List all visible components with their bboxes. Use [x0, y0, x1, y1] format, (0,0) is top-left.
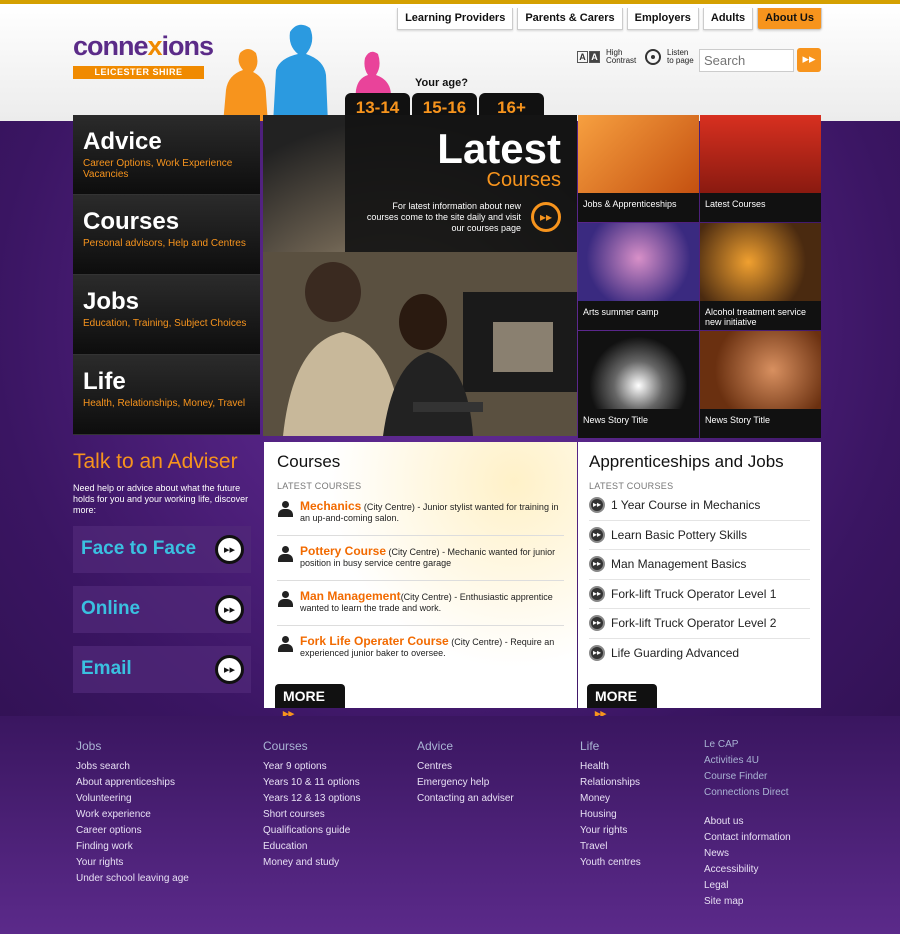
- tile-latest-courses[interactable]: Latest Courses: [700, 115, 821, 222]
- apprenticeships-subtitle: LATEST COURSES: [589, 481, 674, 491]
- arrow-circle-icon: ▸▸: [589, 585, 605, 602]
- hero-title: Latest: [437, 125, 561, 172]
- apprenticeships-more-button[interactable]: MORE ▸▸: [587, 684, 657, 720]
- apprenticeships-panel: Apprenticeships and Jobs LATEST COURSES …: [578, 442, 821, 720]
- arrow-circle-icon: ▸▸: [589, 556, 605, 573]
- tile-image: [578, 331, 699, 409]
- arrow-circle-icon: ▸▸: [589, 645, 605, 662]
- apprenticeship-item[interactable]: ▸▸ Fork-lift Truck Operator Level 1: [589, 580, 810, 609]
- students-at-computers-image: [263, 252, 577, 436]
- section-advice[interactable]: Advice Career Options, Work Experience Va…: [73, 115, 260, 195]
- accessibility-tools: AA High Contrast Listen to page: [577, 49, 695, 65]
- online-button[interactable]: Online ▸▸: [73, 586, 251, 633]
- feature-tiles: Jobs & Apprenticeships Latest Courses Ar…: [578, 115, 821, 438]
- arrow-circle-icon: ▸▸: [589, 615, 605, 632]
- apprenticeships-title: Apprenticeships and Jobs: [589, 452, 784, 471]
- search-arrow-icon[interactable]: ▸▸: [797, 48, 821, 72]
- tile-image: [578, 115, 699, 193]
- footer-partners: Le CAP Activities 4U Course Finder Conne…: [704, 739, 791, 907]
- age-label: Your age?: [415, 77, 468, 89]
- search-input[interactable]: [699, 49, 794, 72]
- tile-image: [700, 115, 821, 193]
- nav-parents-carers[interactable]: Parents & Carers: [517, 8, 623, 30]
- course-item[interactable]: Pottery Course (City Centre) - Mechanic …: [277, 536, 564, 581]
- face-to-face-button[interactable]: Face to Face ▸▸: [73, 526, 251, 573]
- tile-image: [700, 223, 821, 301]
- nav-about-us[interactable]: About Us: [757, 8, 822, 30]
- apprenticeship-item[interactable]: ▸▸ 1 Year Course in Mechanics: [589, 491, 810, 521]
- courses-title: Courses: [277, 452, 341, 471]
- course-item[interactable]: Man Management(City Centre) - Enthusiast…: [277, 581, 564, 626]
- listen-icon[interactable]: [645, 49, 661, 65]
- adviser-text: Need help or advice about what the futur…: [73, 483, 249, 515]
- section-life[interactable]: Life Health, Relationships, Money, Travel: [73, 355, 260, 435]
- hero-arrow-icon[interactable]: ▸▸: [531, 202, 561, 232]
- connexions-logo[interactable]: connexions LEICESTER SHIRE: [73, 32, 214, 79]
- listen-label[interactable]: Listen to page: [667, 49, 695, 65]
- hero-text: For latest information about new courses…: [366, 201, 521, 233]
- footer-jobs: Jobs Jobs search About apprenticeships V…: [76, 739, 189, 884]
- section-courses[interactable]: Courses Personal advisors, Help and Centr…: [73, 195, 260, 275]
- arrow-circle-icon: ▸▸: [589, 526, 605, 543]
- person-icon: [278, 501, 293, 517]
- region-label: LEICESTER SHIRE: [73, 66, 204, 79]
- nav-adults[interactable]: Adults: [702, 8, 754, 30]
- tile-news-story-2[interactable]: News Story Title: [700, 331, 821, 438]
- high-contrast-label[interactable]: High Contrast: [606, 49, 639, 65]
- footer-advice: Advice Centres Emergency help Contacting…: [417, 739, 514, 804]
- person-icon: [278, 591, 293, 607]
- play-icon: ▸▸: [215, 655, 244, 684]
- courses-subtitle: LATEST COURSES: [277, 481, 362, 491]
- tile-image: [578, 223, 699, 301]
- apprenticeship-item[interactable]: ▸▸ Man Management Basics: [589, 550, 810, 580]
- nav-learning-providers[interactable]: Learning Providers: [397, 8, 514, 30]
- footer-courses: Courses Year 9 options Years 10 & 11 opt…: [263, 739, 361, 868]
- latest-courses-hero[interactable]: Latest Courses For latest information ab…: [263, 115, 577, 436]
- play-icon: ▸▸: [215, 535, 244, 564]
- header: connexions LEICESTER SHIRE Learning Prov…: [0, 0, 900, 124]
- person-icon: [278, 636, 293, 652]
- adviser-title: Talk to an Adviser: [73, 450, 238, 473]
- section-jobs[interactable]: Jobs Education, Training, Subject Choices: [73, 275, 260, 355]
- tile-arts-summer-camp[interactable]: Arts summer camp: [578, 223, 699, 330]
- apprenticeship-item[interactable]: ▸▸ Fork-lift Truck Operator Level 2: [589, 609, 810, 639]
- arrow-circle-icon: ▸▸: [589, 497, 605, 514]
- footer: Jobs Jobs search About apprenticeships V…: [0, 716, 900, 934]
- tile-jobs-apprenticeships[interactable]: Jobs & Apprenticeships: [578, 115, 699, 222]
- tile-image: [700, 331, 821, 409]
- nav-employers[interactable]: Employers: [626, 8, 699, 30]
- talk-to-adviser: Talk to an Adviser Need help or advice a…: [73, 450, 251, 693]
- person-icon: [278, 546, 293, 562]
- section-navigation: Advice Career Options, Work Experience Va…: [73, 115, 260, 435]
- high-contrast-icon[interactable]: AA: [577, 51, 600, 63]
- tile-alcohol-treatment[interactable]: Alcohol treatment service new initiative: [700, 223, 821, 330]
- footer-life: Life Health Relationships Money Housing …: [580, 739, 641, 868]
- tile-news-story-1[interactable]: News Story Title: [578, 331, 699, 438]
- courses-more-button[interactable]: MORE ▸▸: [275, 684, 345, 720]
- course-item[interactable]: Fork Life Operater Course (City Centre) …: [277, 626, 564, 671]
- email-button[interactable]: Email ▸▸: [73, 646, 251, 693]
- apprenticeship-item[interactable]: ▸▸ Learn Basic Pottery Skills: [589, 521, 810, 550]
- hero-subtitle: Courses: [486, 169, 561, 191]
- play-icon: ▸▸: [215, 595, 244, 624]
- courses-panel: Courses LATEST COURSES Mechanics (City C…: [264, 442, 577, 720]
- course-item[interactable]: Mechanics (City Centre) - Junior stylist…: [277, 491, 564, 536]
- top-navigation: Learning Providers Parents & Carers Empl…: [397, 8, 822, 30]
- apprenticeship-item[interactable]: ▸▸ Life Guarding Advanced: [589, 639, 810, 669]
